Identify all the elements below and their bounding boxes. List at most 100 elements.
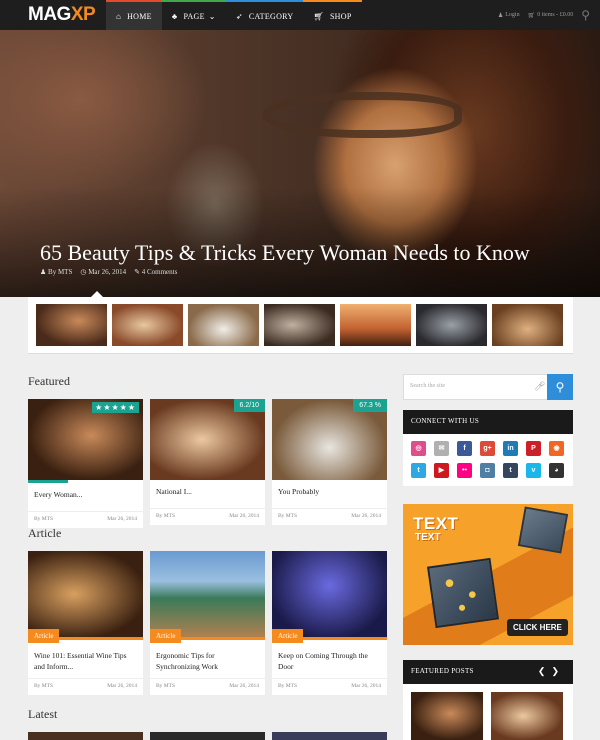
youtube-icon[interactable]: ▶: [434, 463, 449, 478]
article-card[interactable]: Article Wine 101: Essential Wine Tips an…: [28, 551, 143, 695]
card-meta: By MTS Mar 26, 2014: [28, 678, 143, 695]
instagram-icon[interactable]: ◘: [480, 463, 495, 478]
search-button[interactable]: ⚲: [547, 374, 573, 400]
nav-label: CATEGORY: [248, 11, 294, 21]
carousel-arrows[interactable]: ❮❯: [538, 666, 565, 677]
top-navbar: MAGXP ⌂ HOME ♣ PAGE ⌄ ➶ CATEGORY 🛒︎ SHOP ♟ Log…: [0, 0, 600, 30]
featured-post-image[interactable]: [491, 692, 563, 740]
user-icon: ♟: [497, 12, 504, 19]
hero-date: ◷ Mar 26, 2014: [80, 268, 127, 276]
site-logo[interactable]: MAGXP: [28, 5, 96, 25]
featured-heading: Featured: [28, 374, 70, 388]
chevron-right-icon[interactable]: ❯: [551, 666, 565, 676]
article-heading: Article: [28, 526, 62, 540]
tumblr-icon[interactable]: t: [503, 463, 518, 478]
article-card[interactable]: Article Ergonomic Tips for Synchronizing…: [150, 551, 265, 695]
google-plus-icon[interactable]: g+: [480, 441, 495, 456]
chevron-left-icon[interactable]: ❮: [538, 666, 552, 676]
rocket-icon: ➶: [235, 11, 243, 21]
card-image: Article: [272, 551, 387, 643]
connect-heading: CONNECT WITH US: [403, 410, 573, 434]
active-pointer: [91, 291, 103, 297]
dribbble-icon[interactable]: ◎: [411, 441, 426, 456]
microphone-icon[interactable]: 🎤︎: [534, 381, 545, 392]
nav-label: SHOP: [329, 11, 352, 21]
card-title[interactable]: Keep on Coming Through the Door: [272, 640, 387, 674]
main-nav: ⌂ HOME ♣ PAGE ⌄ ➶ CATEGORY 🛒︎ SHOP: [106, 0, 362, 30]
latest-card-image[interactable]: [272, 732, 387, 740]
category-tag[interactable]: Article: [28, 629, 60, 643]
ad-cube-image: [517, 506, 569, 554]
ad-cube-image: [426, 557, 500, 629]
search-icon[interactable]: ⚲: [581, 8, 590, 23]
pinterest-icon[interactable]: P: [526, 441, 541, 456]
rating-stars: ★★★★★: [92, 402, 139, 413]
linkedin-icon[interactable]: in: [503, 441, 518, 456]
thumbnail[interactable]: [188, 304, 259, 346]
card-title[interactable]: Ergonomic Tips for Synchronizing Work: [150, 640, 265, 674]
latest-card-image[interactable]: [28, 732, 143, 740]
social-icons: ◎ ✉ f g+ in P ◉ t ▶ •• ◘ t v ◕: [403, 434, 573, 486]
flickr-icon[interactable]: ••: [457, 463, 472, 478]
card-title[interactable]: Every Woman...: [28, 483, 143, 507]
thumbnail[interactable]: [340, 304, 411, 346]
latest-heading: Latest: [28, 707, 58, 721]
sidebar-search: Search the site 🎤︎ ⚲: [403, 374, 573, 400]
nav-category[interactable]: ➶ CATEGORY: [225, 0, 304, 30]
card-meta: By MTS Mar 26, 2014: [272, 508, 387, 525]
featured-card[interactable]: 6.2/10 National I... By MTS Mar 26, 2014: [150, 399, 265, 525]
card-image: Article: [150, 551, 265, 643]
card-image: ★★★★★: [28, 399, 143, 480]
sitemap-icon: ♣: [171, 11, 178, 21]
ad-click-button[interactable]: CLICK HERE: [507, 619, 568, 636]
nav-label: PAGE: [183, 11, 205, 21]
card-title[interactable]: You Probably: [272, 480, 387, 504]
rating-badge: 67.3 %: [353, 399, 387, 412]
nav-label: HOME: [127, 11, 152, 21]
nav-shop[interactable]: 🛒︎ SHOP: [303, 0, 362, 30]
rating-badge: 6.2/10: [233, 399, 265, 412]
card-image: 67.3 %: [272, 399, 387, 480]
featured-post-image[interactable]: [411, 692, 483, 740]
header-account: ♟ Login 🛒︎ 0 items - £0.00 ⚲: [490, 0, 590, 30]
card-meta: By MTS Mar 26, 2014: [150, 508, 265, 525]
thumbnail[interactable]: [264, 304, 335, 346]
home-icon: ⌂: [116, 11, 122, 21]
chevron-down-icon: ⌄: [208, 11, 216, 21]
card-meta: By MTS Mar 26, 2014: [272, 678, 387, 695]
article-card[interactable]: Article Keep on Coming Through the Door …: [272, 551, 387, 695]
featured-card[interactable]: 67.3 % You Probably By MTS Mar 26, 2014: [272, 399, 387, 525]
vimeo-icon[interactable]: v: [526, 463, 541, 478]
github-icon[interactable]: ◕: [549, 463, 564, 478]
cart-small-icon: 🛒︎: [527, 12, 536, 19]
twitter-icon[interactable]: t: [411, 463, 426, 478]
ad-headline: TEXT: [413, 514, 459, 533]
ad-subheadline: TEXT: [415, 532, 441, 543]
thumbnail[interactable]: [36, 304, 107, 346]
latest-card-image[interactable]: [150, 732, 265, 740]
rss-icon[interactable]: ◉: [549, 441, 564, 456]
facebook-icon[interactable]: f: [457, 441, 472, 456]
category-tag[interactable]: Article: [272, 629, 304, 643]
search-input[interactable]: Search the site: [410, 383, 445, 389]
advertisement-banner[interactable]: TEXT TEXT CLICK HERE: [403, 504, 573, 645]
featured-card[interactable]: ★★★★★ Every Woman... By MTS Mar 26, 2014: [28, 399, 143, 528]
featured-posts-heading: FEATURED POSTS ❮❯: [403, 660, 573, 684]
login-link[interactable]: Login: [505, 12, 519, 18]
thumbnail[interactable]: [416, 304, 487, 346]
thumbnail[interactable]: [112, 304, 183, 346]
category-tag[interactable]: Article: [150, 629, 182, 643]
hero-image-detail: [262, 92, 462, 138]
card-image: 6.2/10: [150, 399, 265, 480]
mail-icon[interactable]: ✉: [434, 441, 449, 456]
nav-home[interactable]: ⌂ HOME: [106, 0, 162, 30]
cart-summary[interactable]: 0 items - £0.00: [537, 12, 573, 18]
hero-title[interactable]: 65 Beauty Tips & Tricks Every Woman Need…: [40, 240, 530, 266]
hero-comments[interactable]: ✎ 4 Comments: [134, 268, 177, 276]
featured-posts-carousel: [403, 684, 573, 740]
card-title[interactable]: National I...: [150, 480, 265, 504]
card-image: Article: [28, 551, 143, 643]
card-title[interactable]: Wine 101: Essential Wine Tips and Inform…: [28, 640, 143, 674]
nav-page[interactable]: ♣ PAGE ⌄: [161, 0, 226, 30]
thumbnail[interactable]: [492, 304, 563, 346]
